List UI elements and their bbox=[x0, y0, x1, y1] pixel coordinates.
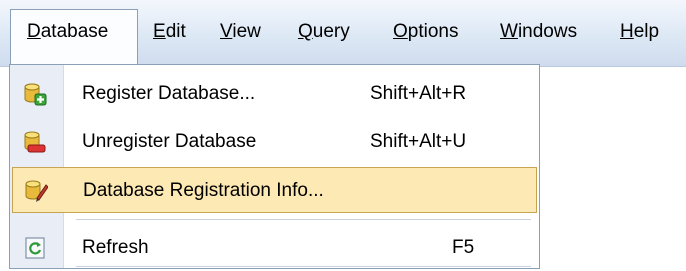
menu-query-label: uery bbox=[312, 21, 350, 42]
menu-separator bbox=[76, 266, 531, 267]
menu-item-refresh[interactable]: Refresh F5 bbox=[12, 225, 537, 271]
menu-database-hotkey: D bbox=[27, 21, 41, 42]
menu-item-label: Unregister Database bbox=[82, 131, 257, 152]
database-add-icon bbox=[24, 83, 47, 106]
menu-edit-label: dit bbox=[165, 21, 186, 42]
menu-item-label: Register Database... bbox=[82, 83, 256, 104]
menu-options-hotkey: O bbox=[393, 21, 408, 42]
menu-database[interactable]: Database bbox=[10, 9, 138, 66]
menu-item-label: Database Registration Info... bbox=[83, 180, 324, 201]
menu-item-label: Refresh bbox=[82, 237, 149, 258]
menu-item-shortcut: Shift+Alt+U bbox=[370, 131, 467, 152]
refresh-icon bbox=[25, 237, 45, 259]
menu-item-shortcut: Shift+Alt+R bbox=[370, 83, 467, 104]
menu-query-hotkey: Q bbox=[298, 21, 313, 42]
menu-options-label: ptions bbox=[407, 21, 459, 42]
database-menu-dropdown: Register Database... Shift+Alt+R Unregis… bbox=[9, 64, 540, 269]
menu-windows-label: indows bbox=[517, 21, 578, 42]
menu-view[interactable]: View bbox=[220, 10, 261, 54]
menu-help-hotkey: H bbox=[620, 21, 634, 42]
menu-windows[interactable]: Windows bbox=[500, 10, 577, 54]
menu-edit-hotkey: E bbox=[153, 21, 166, 42]
menu-help-label: elp bbox=[633, 21, 660, 42]
database-edit-icon bbox=[25, 180, 48, 202]
menu-item-unregister-database[interactable]: Unregister Database Shift+Alt+U bbox=[12, 119, 537, 165]
menu-query[interactable]: Query bbox=[298, 10, 350, 54]
menu-database-label: atabase bbox=[40, 21, 109, 42]
menu-view-label: iew bbox=[232, 21, 261, 42]
menu-separator bbox=[76, 219, 531, 220]
menu-item-database-registration-info[interactable]: Database Registration Info... bbox=[12, 167, 537, 213]
menu-bar: Database Edit View Query Options Windows… bbox=[0, 0, 686, 67]
menu-windows-hotkey: W bbox=[500, 21, 518, 42]
database-remove-icon bbox=[24, 131, 46, 153]
menu-view-hotkey: V bbox=[220, 21, 233, 42]
menu-item-register-database[interactable]: Register Database... Shift+Alt+R bbox=[12, 71, 537, 117]
menu-help[interactable]: Help bbox=[620, 10, 659, 54]
menu-options[interactable]: Options bbox=[393, 10, 458, 54]
menu-edit[interactable]: Edit bbox=[153, 10, 186, 54]
menu-item-shortcut: F5 bbox=[452, 237, 475, 258]
